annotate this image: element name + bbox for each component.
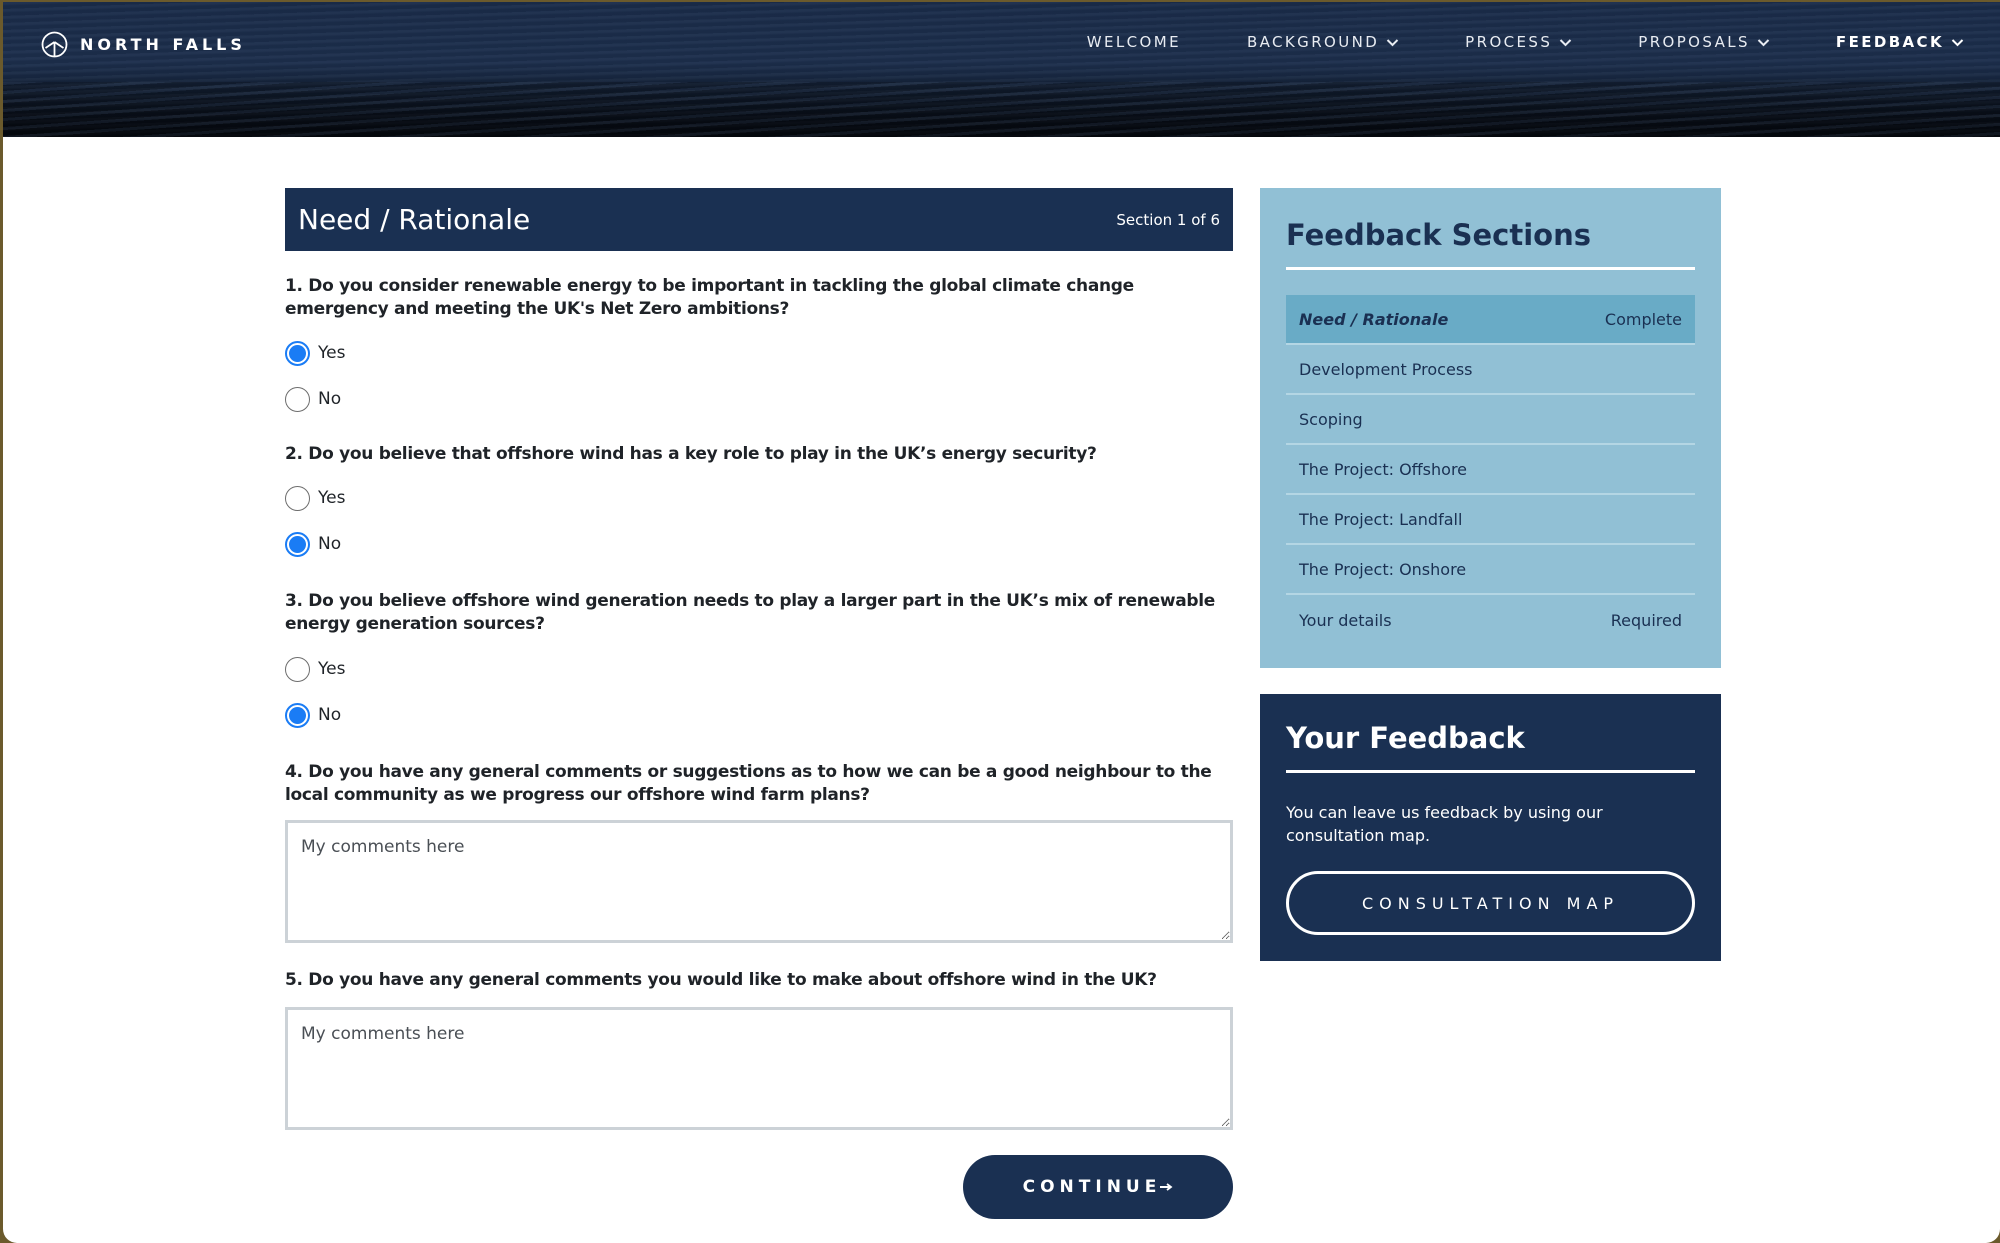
arrow-right-icon [1160, 1183, 1173, 1191]
brand-logo[interactable]: NORTH FALLS [41, 31, 246, 58]
q1-option-no[interactable]: No [285, 386, 1233, 412]
section-item-need-rationale[interactable]: Need / Rationale Complete [1286, 295, 1695, 345]
q3-option-yes[interactable]: Yes [285, 656, 1233, 682]
section-item-project-offshore[interactable]: The Project: Offshore [1286, 445, 1695, 495]
radio-label: Yes [318, 488, 346, 508]
feedback-sections-panel: Feedback Sections Need / Rationale Compl… [1260, 188, 1721, 668]
nav-label: PROPOSALS [1638, 33, 1750, 51]
sea-background [3, 82, 2000, 137]
radio-button-checked[interactable] [285, 531, 310, 557]
question-text: 4. Do you have any general comments or s… [285, 762, 1212, 805]
site-header: NORTH FALLS WELCOME BACKGROUND PROCESS P… [3, 2, 2000, 137]
question-text: 5. Do you have any general comments you … [285, 970, 1157, 990]
consultation-map-button[interactable]: CONSULTATION MAP [1286, 871, 1695, 935]
radio-button-checked[interactable] [285, 702, 310, 728]
chevron-down-icon [1386, 38, 1399, 46]
nav-label: FEEDBACK [1835, 33, 1944, 51]
chevron-down-icon [1757, 38, 1770, 46]
nav-label: WELCOME [1086, 33, 1181, 51]
page: NORTH FALLS WELCOME BACKGROUND PROCESS P… [3, 2, 2000, 1243]
radio-label: No [318, 534, 342, 554]
radio-button-checked[interactable] [285, 340, 310, 366]
section-label: Need / Rationale [1299, 309, 1449, 329]
question-text: 2. Do you believe that offshore wind has… [285, 444, 1097, 464]
main-nav: WELCOME BACKGROUND PROCESS PROPOSALS FEE… [1021, 33, 1964, 51]
chevron-down-icon [1560, 38, 1572, 46]
continue-button[interactable]: CONTINUE [963, 1155, 1233, 1219]
divider [1286, 770, 1695, 773]
radio-label: No [318, 705, 342, 725]
radio-label: Yes [318, 343, 346, 363]
question-3: 3. Do you believe offshore wind generati… [285, 590, 1233, 728]
nav-item-feedback[interactable]: FEEDBACK [1836, 33, 1964, 51]
question-2: 2. Do you believe that offshore wind has… [285, 443, 1233, 557]
section-label: Development Process [1299, 359, 1473, 379]
section-label: The Project: Onshore [1299, 559, 1467, 579]
sections-list: Need / Rationale Complete Development Pr… [1286, 295, 1695, 645]
q2-option-yes[interactable]: Yes [285, 485, 1233, 511]
question-text: 3. Do you believe offshore wind generati… [285, 591, 1216, 634]
section-header: Need / Rationale Section 1 of 6 [285, 188, 1233, 251]
section-title: Need / Rationale [298, 203, 531, 236]
section-status: Complete [1604, 309, 1682, 329]
nav-item-process[interactable]: PROCESS [1465, 33, 1572, 51]
q5-comments-textarea[interactable] [285, 1007, 1233, 1130]
section-label: Your details [1299, 610, 1392, 630]
radio-button[interactable] [285, 656, 310, 682]
radio-label: Yes [318, 659, 346, 679]
chevron-down-icon [1951, 38, 1964, 46]
section-item-scoping[interactable]: Scoping [1286, 395, 1695, 445]
question-5: 5. Do you have any general comments you … [285, 969, 1233, 1130]
feedback-form: Need / Rationale Section 1 of 6 1. Do yo… [285, 188, 1233, 1219]
nav-label: PROCESS [1465, 33, 1553, 51]
question-text: 1. Do you consider renewable energy to b… [285, 276, 1134, 319]
section-item-project-landfall[interactable]: The Project: Landfall [1286, 495, 1695, 545]
section-label: Scoping [1299, 409, 1363, 429]
wind-turbine-circle-icon [41, 31, 68, 58]
nav-label: BACKGROUND [1246, 33, 1380, 51]
radio-label: No [318, 389, 342, 409]
section-status: Required [1610, 610, 1682, 630]
form-actions: CONTINUE [285, 1155, 1233, 1219]
section-label: The Project: Landfall [1299, 509, 1463, 529]
radio-button[interactable] [285, 485, 310, 511]
section-item-your-details[interactable]: Your details Required [1286, 595, 1695, 645]
q2-option-no[interactable]: No [285, 531, 1233, 557]
section-item-project-onshore[interactable]: The Project: Onshore [1286, 545, 1695, 595]
nav-item-welcome[interactable]: WELCOME [1087, 33, 1181, 51]
your-feedback-panel: Your Feedback You can leave us feedback … [1260, 694, 1721, 961]
continue-label: CONTINUE [1022, 1177, 1162, 1197]
section-item-development-process[interactable]: Development Process [1286, 345, 1695, 395]
panel-title: Your Feedback [1286, 721, 1525, 755]
section-label: The Project: Offshore [1299, 459, 1468, 479]
button-label: CONSULTATION MAP [1361, 893, 1620, 913]
nav-item-background[interactable]: BACKGROUND [1247, 33, 1399, 51]
section-counter: Section 1 of 6 [1116, 210, 1220, 229]
brand-name: NORTH FALLS [80, 35, 246, 54]
q4-comments-textarea[interactable] [285, 820, 1233, 943]
divider [1286, 267, 1695, 270]
question-4: 4. Do you have any general comments or s… [285, 761, 1233, 943]
radio-button[interactable] [285, 386, 310, 412]
panel-title: Feedback Sections [1286, 218, 1592, 252]
q1-option-yes[interactable]: Yes [285, 340, 1233, 366]
q3-option-no[interactable]: No [285, 702, 1233, 728]
question-1: 1. Do you consider renewable energy to b… [285, 275, 1233, 412]
feedback-description: You can leave us feedback by using our c… [1286, 803, 1603, 845]
nav-item-proposals[interactable]: PROPOSALS [1638, 33, 1770, 51]
